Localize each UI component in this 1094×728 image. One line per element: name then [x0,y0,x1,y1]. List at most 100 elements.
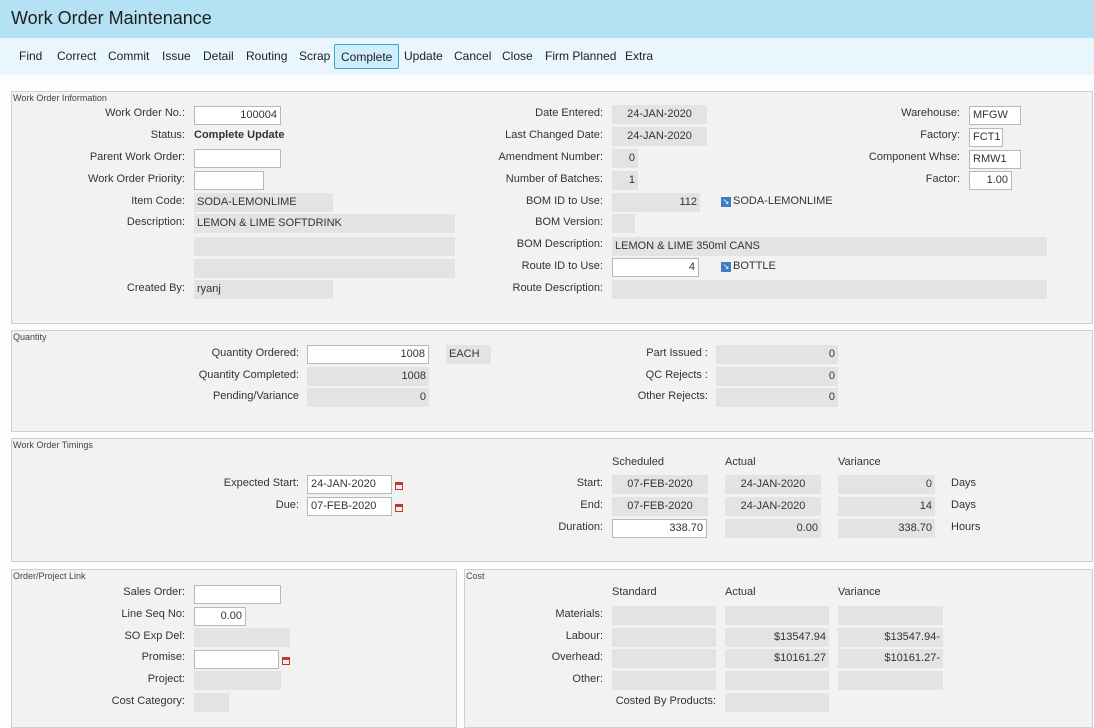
menu-extra[interactable]: Extra [625,44,653,70]
item-code-value: SODA-LEMONLIME [194,193,333,212]
route-description-label: Route Description: [512,282,604,294]
bom-version-value [612,214,635,233]
other-rejects-label: Other Rejects: [637,390,708,402]
description-label: Description: [126,216,185,228]
menu-scrap[interactable]: Scrap [299,44,330,70]
priority-label: Work Order Priority: [88,173,185,185]
sales-order-input[interactable] [194,585,281,604]
component-whse-input[interactable]: RMW1 [969,150,1021,169]
bom-link-icon[interactable]: ↘ [721,197,731,207]
menu-routing[interactable]: Routing [246,44,287,70]
pending-variance-label: Pending/Variance [212,390,299,402]
last-changed-value: 24-JAN-2020 [612,127,707,146]
menu-close[interactable]: Close [502,44,533,70]
start-label: Start: [576,477,603,489]
so-exp-del-value [194,628,290,647]
end-actual-value: 24-JAN-2020 [725,497,821,516]
bom-description-label: BOM Description: [516,238,603,250]
menu-find[interactable]: Find [19,44,42,70]
part-issued-label: Part Issued : [646,347,708,359]
panel-legend: Quantity [13,332,47,342]
menu-update[interactable]: Update [404,44,443,70]
status-label: Status: [150,129,185,141]
variance-header: Variance [838,586,881,598]
sales-order-label: Sales Order: [123,586,185,598]
start-variance-value: 0 [838,475,935,494]
amendment-label: Amendment Number: [498,151,603,163]
bom-link[interactable]: SODA-LEMONLIME [733,195,833,207]
duration-variance-value: 338.70 [838,519,935,538]
menu-firm-planned[interactable]: Firm Planned [545,44,616,70]
materials-variance-value [838,606,943,625]
due-input[interactable]: 07-FEB-2020 [307,497,392,516]
uom-value: EACH [446,345,491,364]
priority-input[interactable] [194,171,264,190]
amendment-value: 0 [612,149,638,168]
created-by-value: ryanj [194,280,333,299]
date-entered-value: 24-JAN-2020 [612,105,707,124]
panel-legend: Order/Project Link [13,571,86,581]
expected-start-label: Expected Start: [223,477,299,489]
work-order-no-input[interactable]: 100004 [194,106,281,125]
cost-category-label: Cost Category: [111,695,185,707]
menu-correct[interactable]: Correct [57,44,96,70]
parent-work-order-input[interactable] [194,149,281,168]
description-value: LEMON & LIME SOFTDRINK [194,214,455,233]
menu-bar: Find Correct Commit Issue Detail Routing… [0,38,1094,75]
description-line2 [194,237,455,256]
quantity-completed-label: Quantity Completed: [198,369,299,381]
end-label: End: [580,499,603,511]
standard-header: Standard [612,586,657,598]
overhead-actual-value: $10161.27 [725,649,829,668]
parent-work-order-label: Parent Work Order: [89,151,185,163]
other-actual-value [725,671,829,690]
start-unit: Days [951,477,977,489]
route-description-value [612,280,1047,299]
costed-by-products-label: Costed By Products: [615,695,716,707]
last-changed-label: Last Changed Date: [505,129,603,141]
panel-legend: Work Order Timings [13,440,93,450]
menu-issue[interactable]: Issue [162,44,191,70]
bom-id-value: 112 [612,193,700,212]
project-value [194,671,281,690]
end-unit: Days [951,499,977,511]
batches-value: 1 [612,171,638,190]
factory-label: Factory: [920,129,960,141]
menu-detail[interactable]: Detail [203,44,234,70]
duration-unit: Hours [951,521,981,533]
menu-cancel[interactable]: Cancel [454,44,491,70]
route-link[interactable]: BOTTLE [733,260,776,272]
route-id-input[interactable]: 4 [612,258,699,277]
duration-scheduled-input[interactable]: 338.70 [612,519,707,538]
factor-label: Factor: [925,173,960,185]
start-actual-value: 24-JAN-2020 [725,475,821,494]
part-issued-value: 0 [716,345,838,364]
route-link-icon[interactable]: ↘ [721,262,731,272]
line-seq-input[interactable]: 0.00 [194,607,246,626]
labour-label: Labour: [565,630,603,642]
expected-start-input[interactable]: 24-JAN-2020 [307,475,392,494]
pending-variance-value: 0 [307,388,429,407]
warehouse-input[interactable]: MFGW [969,106,1021,125]
promise-input[interactable] [194,650,279,669]
factor-input[interactable]: 1.00 [969,171,1012,190]
project-label: Project: [147,673,185,685]
labour-variance-value: $13547.94- [838,628,943,647]
materials-standard-value [612,606,716,625]
start-scheduled-value: 07-FEB-2020 [612,475,708,494]
menu-commit[interactable]: Commit [108,44,149,70]
calendar-icon[interactable] [395,482,403,490]
warehouse-label: Warehouse: [901,107,960,119]
calendar-icon[interactable] [395,504,403,512]
materials-actual-value [725,606,829,625]
factory-input[interactable]: FCT1 [969,128,1003,147]
overhead-label: Overhead: [551,651,603,663]
date-entered-label: Date Entered: [535,107,603,119]
menu-complete[interactable]: Complete [334,44,400,69]
line-seq-label: Line Seq No: [121,608,185,620]
calendar-icon[interactable] [282,657,290,665]
quantity-ordered-input[interactable]: 1008 [307,345,429,364]
other-standard-value [612,671,716,690]
batches-label: Number of Batches: [505,173,603,185]
promise-label: Promise: [141,651,185,663]
